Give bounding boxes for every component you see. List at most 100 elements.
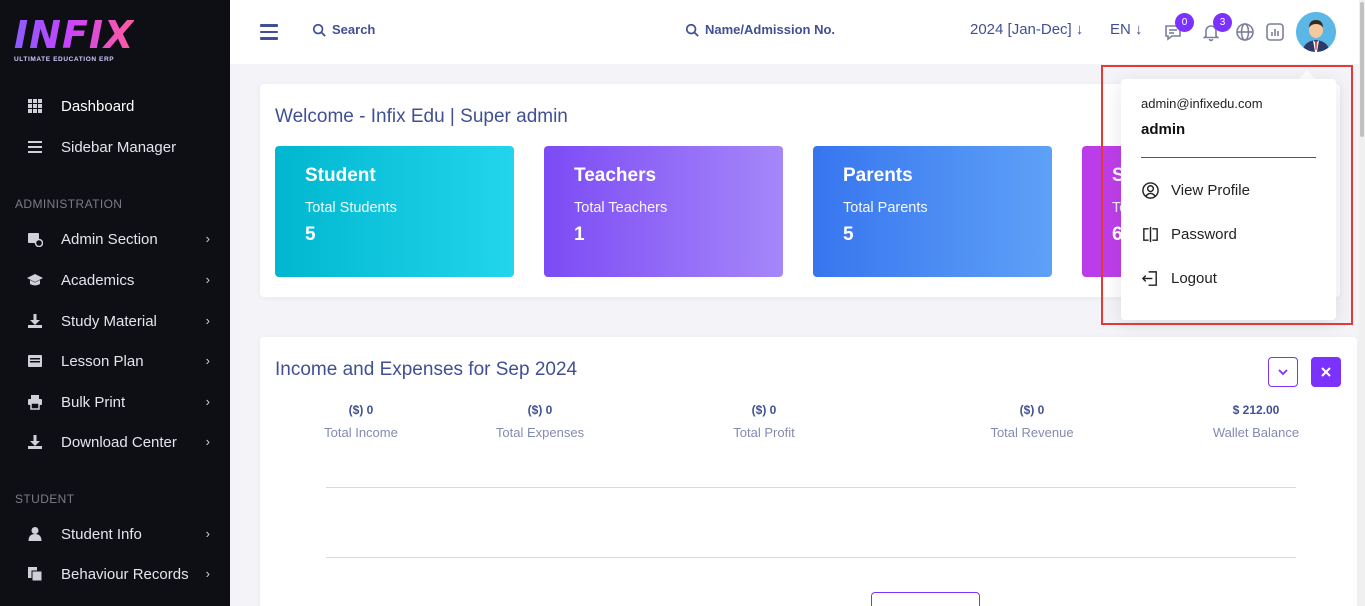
sidebar-item-label: Lesson Plan <box>61 352 144 370</box>
avatar-icon <box>1296 12 1336 52</box>
stat-subtitle: Total Teachers <box>574 200 668 216</box>
more-button[interactable] <box>871 592 980 606</box>
notifications-button[interactable]: 3 <box>1201 13 1232 44</box>
total-income-metric: ($) 0 Total Income <box>281 403 441 440</box>
collapse-button[interactable] <box>1268 357 1298 387</box>
sidebar-item-study-material[interactable]: Study Material › <box>0 305 230 337</box>
messages-button[interactable]: 0 <box>1163 13 1194 44</box>
search-icon <box>312 23 326 37</box>
globe-icon <box>1236 23 1254 41</box>
scrollbar-thumb[interactable] <box>1360 2 1364 137</box>
sidebar-item-label: Download Center <box>61 433 177 451</box>
sidebar-item-label: Study Material <box>61 312 157 330</box>
sidebar-item-label: Admin Section <box>61 230 158 248</box>
chevron-right-icon: › <box>205 566 210 581</box>
section-heading-student: STUDENT <box>15 492 75 506</box>
lesson-icon <box>26 352 44 370</box>
sidebar-item-label: Sidebar Manager <box>61 138 177 156</box>
menu-toggle-icon[interactable] <box>260 24 278 40</box>
metric-value: ($) 0 <box>751 403 777 417</box>
scrollbar[interactable] <box>1359 0 1365 606</box>
teachers-stat-card[interactable]: Teachers Total Teachers 1 <box>544 146 783 277</box>
chevron-right-icon: › <box>205 434 210 449</box>
academic-year-select[interactable]: 2024 [Jan-Dec] ↓ <box>970 21 1083 38</box>
sidebar-item-label: Dashboard <box>61 97 135 115</box>
arrow-down-icon: ↓ <box>1075 21 1084 38</box>
chevron-right-icon: › <box>205 231 210 246</box>
metric-label: Total Expenses <box>495 425 585 440</box>
admission-search-input[interactable]: Name/Admission No. <box>685 22 835 37</box>
admin-icon <box>26 230 44 248</box>
metric-label: Total Profit <box>733 425 795 440</box>
chart-icon <box>1266 23 1284 41</box>
chevron-right-icon: › <box>205 394 210 409</box>
stat-value: 1 <box>574 224 585 245</box>
metric-label: Wallet Balance <box>1212 425 1300 440</box>
logo[interactable]: INFIX ULTIMATE EDUCATION ERP <box>14 16 134 63</box>
stat-subtitle: Total Students <box>305 200 397 216</box>
wallet-balance-metric: $ 212.00 Wallet Balance <box>1176 403 1336 440</box>
arrow-down-icon: ↓ <box>1135 21 1143 38</box>
download-icon <box>26 433 44 451</box>
total-revenue-metric: ($) 0 Total Revenue <box>952 403 1112 440</box>
sidebar-item-sidebar-manager[interactable]: Sidebar Manager <box>0 131 230 163</box>
metric-label: Total Income <box>324 425 398 440</box>
search-icon <box>685 23 699 37</box>
parents-stat-card[interactable]: Parents Total Parents 5 <box>813 146 1052 277</box>
close-button[interactable] <box>1311 357 1341 387</box>
chevron-right-icon: › <box>205 353 210 368</box>
sidebar-item-label: Academics <box>61 271 135 289</box>
income-title: Income and Expenses for Sep 2024 <box>275 359 578 380</box>
stat-title: Student <box>305 165 376 186</box>
chevron-down-icon <box>1278 369 1288 376</box>
stat-title: Parents <box>843 165 913 186</box>
student-stat-card[interactable]: Student Total Students 5 <box>275 146 514 277</box>
sidebar-item-student-info[interactable]: Student Info › <box>0 518 230 550</box>
divider <box>326 487 1296 488</box>
admission-search-placeholder: Name/Admission No. <box>705 22 836 37</box>
sidebar-item-label: Student Info <box>61 525 142 543</box>
sidebar-item-academics[interactable]: Academics › <box>0 264 230 296</box>
stat-title: Teachers <box>574 165 657 186</box>
grid-icon <box>26 97 44 115</box>
logo-tagline: ULTIMATE EDUCATION ERP <box>14 56 115 63</box>
language-value: EN <box>1110 21 1131 38</box>
chevron-right-icon: › <box>205 313 210 328</box>
metric-value: $ 212.00 <box>1232 403 1280 417</box>
sidebar-item-label: Behaviour Records <box>61 565 189 583</box>
sidebar-item-lesson-plan[interactable]: Lesson Plan › <box>0 345 230 377</box>
records-icon <box>26 565 44 583</box>
website-button[interactable] <box>1235 22 1257 44</box>
sidebar-item-bulk-print[interactable]: Bulk Print › <box>0 386 230 418</box>
logo-wordmark: INFIX <box>14 13 135 57</box>
sidebar-item-label: Bulk Print <box>61 393 126 411</box>
sidebar-item-download-center[interactable]: Download Center › <box>0 426 230 458</box>
user-icon <box>26 525 44 543</box>
notifications-badge: 3 <box>1213 13 1232 32</box>
divider <box>326 557 1296 558</box>
stat-subtitle: Total Parents <box>843 200 928 216</box>
search-button[interactable]: Search <box>312 22 375 37</box>
welcome-title: Welcome - Infix Edu | Super admin <box>275 106 568 127</box>
reports-button[interactable] <box>1265 22 1287 44</box>
metric-value: ($) 0 <box>527 403 553 417</box>
language-select[interactable]: EN ↓ <box>1110 21 1143 38</box>
printer-icon <box>26 393 44 411</box>
chevron-right-icon: › <box>205 272 210 287</box>
top-header: Search Name/Admission No. 2024 [Jan-Dec]… <box>230 0 1365 64</box>
income-expenses-card: Income and Expenses for Sep 2024 ($) 0 T… <box>260 337 1357 606</box>
avatar[interactable] <box>1296 12 1336 52</box>
list-icon <box>26 138 44 156</box>
highlight-box <box>1101 65 1353 325</box>
stat-value: 5 <box>843 224 854 245</box>
metric-value: ($) 0 <box>1019 403 1045 417</box>
metric-label: Total Revenue <box>990 425 1074 440</box>
sidebar-item-admin-section[interactable]: Admin Section › <box>0 223 230 255</box>
sidebar-item-dashboard[interactable]: Dashboard <box>0 90 230 122</box>
total-profit-metric: ($) 0 Total Profit <box>684 403 844 440</box>
search-label: Search <box>332 22 376 37</box>
sidebar-item-behaviour-records[interactable]: Behaviour Records › <box>0 558 230 590</box>
total-expenses-metric: ($) 0 Total Expenses <box>460 403 620 440</box>
stat-value: 5 <box>305 224 316 245</box>
academic-year-value: 2024 [Jan-Dec] <box>970 21 1072 38</box>
